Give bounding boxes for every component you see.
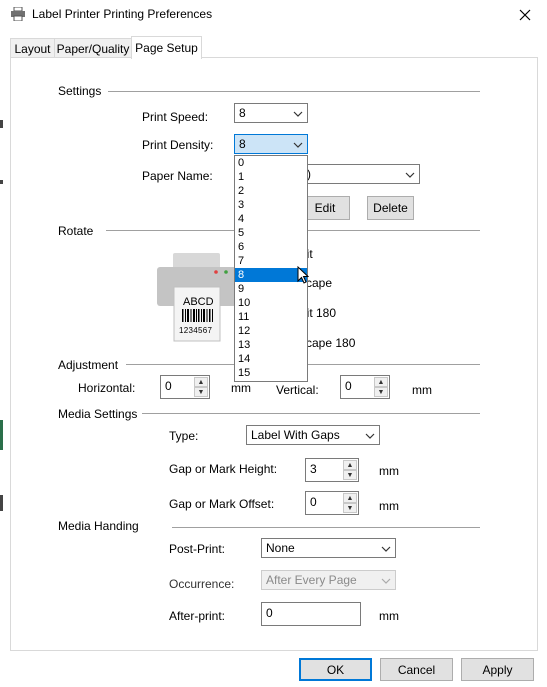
tab-page-setup[interactable]: Page Setup [131,36,202,59]
density-option[interactable]: 10 [235,296,307,310]
media-type-value: Label With Gaps [251,428,340,442]
media-handing-section-label: Media Handing [58,519,139,533]
density-option[interactable]: 13 [235,338,307,352]
post-print-select[interactable]: None [261,538,396,558]
density-option[interactable]: 4 [235,212,307,226]
close-button[interactable] [510,2,540,28]
delete-button[interactable]: Delete [367,196,414,220]
gap-offset-value: 0 [310,495,317,509]
media-handing-divider [172,527,480,528]
close-icon [519,5,531,26]
apply-button[interactable]: Apply [461,658,534,681]
post-print-value: None [266,541,295,555]
title-bar: Label Printer Printing Preferences [0,0,547,30]
vertical-spinner[interactable]: 0 ▲ ▼ [340,375,390,399]
density-option[interactable]: 5 [235,226,307,240]
spin-down-icon[interactable]: ▼ [374,387,388,397]
spin-up-icon[interactable]: ▲ [194,377,208,387]
print-density-select[interactable]: 8 [234,134,308,154]
background-window-edge [0,120,3,128]
print-density-label: Print Density: [142,138,214,152]
density-option[interactable]: 1 [235,170,307,184]
settings-section-label: Settings [58,84,102,98]
after-print-label: After-print: [169,609,226,623]
vertical-unit: mm [412,383,432,397]
after-print-unit: mm [379,609,399,623]
ok-button[interactable]: OK [299,658,372,681]
density-option[interactable]: 6 [235,240,307,254]
chevron-down-icon [405,169,415,179]
window-title: Label Printer Printing Preferences [32,7,213,21]
background-window-edge [0,495,3,511]
density-option[interactable]: 2 [235,184,307,198]
print-density-value: 8 [239,137,246,151]
occurrence-label: Occurrence: [169,577,235,591]
print-speed-select[interactable]: 8 [234,103,308,123]
background-window-edge [0,420,3,450]
gap-height-label: Gap or Mark Height: [169,462,278,476]
chevron-down-icon [365,430,375,440]
printer-icon [10,6,26,22]
paper-name-label: Paper Name: [142,169,213,183]
spin-up-icon[interactable]: ▲ [343,460,357,470]
mouse-cursor-icon [297,265,310,287]
rotate-section-label: Rotate [58,224,94,238]
cancel-button[interactable]: Cancel [380,658,453,681]
print-speed-value: 8 [239,106,246,120]
preview-number: 1234567 [179,326,213,335]
adjustment-section-label: Adjustment [58,358,119,372]
density-option[interactable]: 15 [235,366,307,380]
preview-text: ABCD [183,296,214,308]
tab-strip: Layout Paper/Quality Page Setup [0,36,547,59]
density-option[interactable]: 14 [235,352,307,366]
horizontal-value: 0 [165,379,172,393]
post-print-label: Post-Print: [169,542,226,556]
gap-height-value: 3 [310,462,317,476]
spin-up-icon[interactable]: ▲ [343,493,357,503]
print-speed-label: Print Speed: [142,110,209,124]
horizontal-unit: mm [231,381,251,395]
chevron-down-icon [381,543,391,553]
occurrence-select[interactable]: After Every Page [261,570,396,590]
spin-up-icon[interactable]: ▲ [374,377,388,387]
spin-down-icon[interactable]: ▼ [343,470,357,480]
density-option[interactable]: 11 [235,310,307,324]
settings-divider [108,91,480,92]
media-settings-section-label: Media Settings [58,407,138,421]
rotate-option-landscape-180[interactable]: scape 180 [300,336,355,350]
horizontal-label: Horizontal: [78,381,136,395]
media-settings-divider [142,413,480,414]
media-type-select[interactable]: Label With Gaps [246,425,380,445]
horizontal-spinner[interactable]: 0 ▲ ▼ [160,375,210,399]
gap-height-spinner[interactable]: 3 ▲ ▼ [305,458,359,482]
chevron-down-icon [293,139,303,149]
spin-down-icon[interactable]: ▼ [194,387,208,397]
vertical-label: Vertical: [276,383,319,397]
type-label: Type: [169,429,199,443]
gap-offset-label: Gap or Mark Offset: [169,497,275,511]
vertical-value: 0 [345,379,352,393]
occurrence-value: After Every Page [266,573,357,587]
spin-down-icon[interactable]: ▼ [343,503,357,513]
density-option[interactable]: 12 [235,324,307,338]
tab-paper-quality[interactable]: Paper/Quality [54,38,132,58]
gap-height-unit: mm [379,464,399,478]
background-window-edge [0,180,3,184]
chevron-down-icon [381,575,391,585]
after-print-input[interactable]: 0 [261,602,361,626]
gap-offset-spinner[interactable]: 0 ▲ ▼ [305,491,359,515]
gap-offset-unit: mm [379,499,399,513]
density-option[interactable]: 0 [235,156,307,170]
density-option[interactable]: 3 [235,198,307,212]
chevron-down-icon [293,108,303,118]
tab-layout[interactable]: Layout [10,38,55,58]
